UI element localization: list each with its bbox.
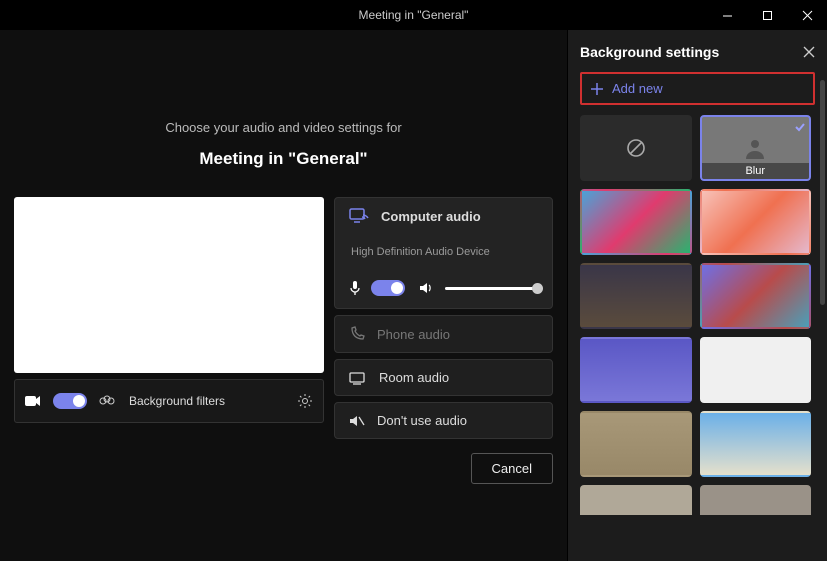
video-settings-button[interactable] bbox=[297, 393, 313, 409]
dont-use-audio-option[interactable]: Don't use audio bbox=[334, 402, 553, 439]
background-tile-blur[interactable]: Blur bbox=[700, 115, 812, 181]
check-icon bbox=[794, 120, 806, 138]
window-title: Meeting in "General" bbox=[359, 8, 469, 22]
maximize-icon bbox=[762, 10, 773, 21]
room-audio-icon bbox=[349, 371, 367, 385]
background-settings-panel: Background settings Add new Blur bbox=[567, 30, 827, 561]
add-new-button[interactable]: Add new bbox=[588, 77, 807, 100]
panel-scrollbar[interactable] bbox=[820, 80, 825, 305]
meeting-name: Meeting in "General" bbox=[14, 149, 553, 169]
background-tile[interactable] bbox=[700, 189, 812, 255]
blur-label: Blur bbox=[702, 163, 810, 179]
computer-audio-option[interactable]: Computer audio High Definition Audio Dev… bbox=[334, 197, 553, 309]
audio-options: Computer audio High Definition Audio Dev… bbox=[334, 197, 553, 439]
close-icon bbox=[802, 10, 813, 21]
background-tile[interactable] bbox=[580, 263, 692, 329]
computer-audio-label: Computer audio bbox=[381, 209, 481, 224]
dont-use-audio-label: Don't use audio bbox=[377, 413, 467, 428]
video-controls-bar: Background filters bbox=[14, 379, 324, 423]
gear-icon bbox=[297, 393, 313, 409]
background-tile[interactable] bbox=[580, 189, 692, 255]
room-audio-label: Room audio bbox=[379, 370, 449, 385]
close-window-button[interactable] bbox=[787, 0, 827, 30]
add-new-highlight: Add new bbox=[580, 72, 815, 105]
background-tile[interactable] bbox=[700, 485, 812, 515]
audio-device-label: High Definition Audio Device bbox=[351, 246, 538, 258]
close-icon bbox=[803, 46, 815, 58]
background-tile[interactable] bbox=[580, 337, 692, 403]
phone-audio-label: Phone audio bbox=[377, 327, 450, 342]
background-tile[interactable] bbox=[580, 485, 692, 515]
camera-icon bbox=[25, 395, 41, 407]
title-bar: Meeting in "General" bbox=[0, 0, 827, 30]
background-tile[interactable] bbox=[700, 337, 812, 403]
window-controls bbox=[707, 0, 827, 30]
phone-icon bbox=[349, 326, 365, 342]
prejoin-subtitle: Choose your audio and video settings for bbox=[14, 120, 553, 135]
speaker-icon bbox=[419, 281, 435, 295]
background-filters-icon bbox=[99, 394, 115, 408]
microphone-toggle[interactable] bbox=[371, 280, 405, 296]
close-panel-button[interactable] bbox=[803, 46, 815, 58]
phone-audio-option: Phone audio bbox=[334, 315, 553, 353]
background-tile[interactable] bbox=[700, 411, 812, 477]
none-icon bbox=[625, 137, 647, 159]
computer-audio-icon bbox=[349, 208, 369, 224]
background-tile-none[interactable] bbox=[580, 115, 692, 181]
cancel-button[interactable]: Cancel bbox=[471, 453, 553, 484]
volume-thumb[interactable] bbox=[532, 283, 543, 294]
background-filters-button[interactable]: Background filters bbox=[129, 394, 225, 408]
add-new-label: Add new bbox=[612, 81, 663, 96]
maximize-button[interactable] bbox=[747, 0, 787, 30]
background-tile[interactable] bbox=[700, 263, 812, 329]
volume-slider[interactable] bbox=[445, 287, 538, 290]
background-grid: Blur bbox=[580, 115, 815, 515]
person-icon bbox=[742, 135, 768, 161]
plus-icon bbox=[590, 82, 604, 96]
video-preview bbox=[14, 197, 324, 373]
room-audio-option[interactable]: Room audio bbox=[334, 359, 553, 396]
microphone-icon bbox=[349, 280, 361, 296]
prejoin-pane: Choose your audio and video settings for… bbox=[0, 30, 567, 561]
no-audio-icon bbox=[349, 414, 365, 428]
minimize-icon bbox=[722, 10, 733, 21]
minimize-button[interactable] bbox=[707, 0, 747, 30]
background-tile[interactable] bbox=[580, 411, 692, 477]
camera-toggle[interactable] bbox=[53, 393, 87, 409]
background-settings-title: Background settings bbox=[580, 44, 719, 60]
